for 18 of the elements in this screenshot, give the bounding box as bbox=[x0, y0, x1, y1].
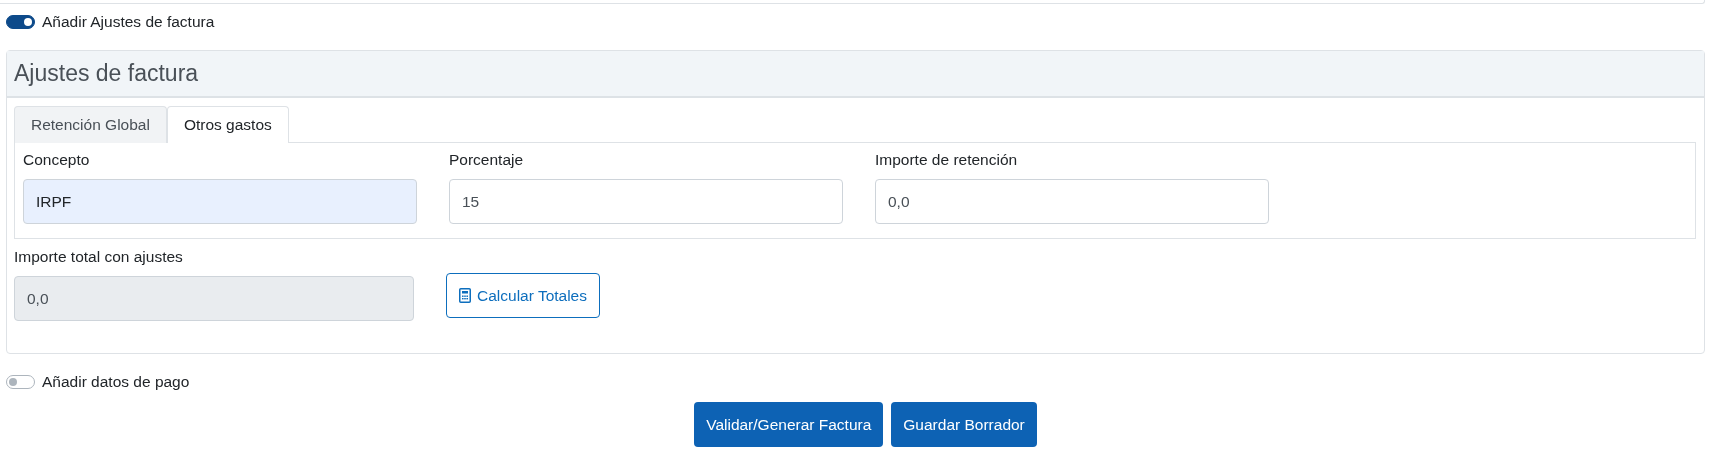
toggle-label: Añadir datos de pago bbox=[42, 373, 190, 391]
field-label: Importe total con ajustes bbox=[14, 247, 184, 267]
calculator-icon bbox=[459, 288, 471, 303]
tab[interactable]: Otros gastos bbox=[166, 106, 289, 143]
input-field[interactable]: 0,0 bbox=[875, 179, 1269, 224]
input-field[interactable]: 15 bbox=[449, 179, 843, 224]
input-field[interactable]: IRPF bbox=[23, 179, 417, 224]
tab[interactable]: Retención Global bbox=[14, 106, 167, 143]
field-label: Concepto bbox=[23, 150, 91, 170]
calculate-button[interactable]: Calcular Totales bbox=[446, 273, 600, 318]
field-label: Porcentaje bbox=[449, 150, 525, 170]
field-label: Importe de retención bbox=[875, 150, 1019, 170]
toggle-label: Añadir Ajustes de factura bbox=[42, 13, 215, 31]
action-button[interactable]: Guardar Borrador bbox=[891, 402, 1037, 447]
toggle-switch[interactable] bbox=[6, 15, 35, 29]
action-button[interactable]: Validar/Generar Factura bbox=[694, 402, 884, 447]
toggle-switch[interactable] bbox=[6, 375, 35, 389]
card-title: Ajustes de factura bbox=[14, 60, 199, 87]
